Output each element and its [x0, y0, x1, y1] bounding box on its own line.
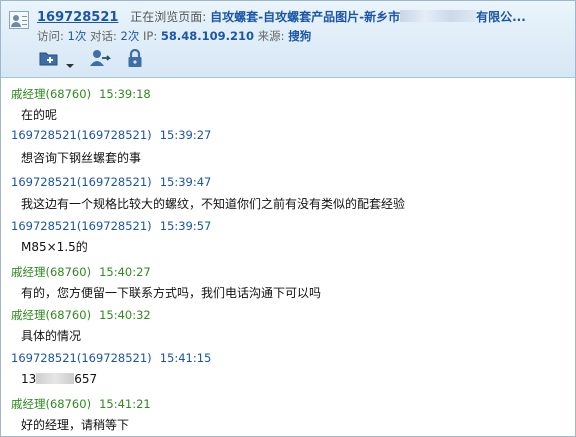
- message-text: 具体的情况: [21, 329, 82, 343]
- message-2: 169728521(169728521) 15:39:27: [11, 128, 211, 142]
- page-title-end[interactable]: 有限公...: [476, 10, 526, 24]
- chat-window: 169728521 正在浏览页面: 自攻螺套-自攻螺套产品图片-新乡市 有限公..…: [0, 0, 576, 437]
- visits-label: 访问:: [37, 29, 64, 43]
- message-time: 15:39:18: [99, 87, 151, 101]
- redacted-company-name: [400, 10, 477, 22]
- ip-value: 58.48.109.210: [160, 29, 255, 43]
- message-sender: 戚经理(68760): [11, 265, 92, 279]
- chat-transcript: 戚经理(68760) 15:39:18 在的呢 169728521(1697285…: [1, 78, 575, 436]
- message-text: 我这边有一个规格比较大的螺纹，不知道你们之前有没有类似的配套经验: [21, 197, 406, 211]
- source-value[interactable]: 搜狗: [288, 29, 311, 43]
- message-time: 15:40:32: [99, 308, 151, 322]
- redacted-phone-digits: [36, 373, 75, 384]
- dialogs-value: 2次: [120, 29, 140, 43]
- message-time: 15:39:47: [159, 175, 212, 189]
- ip-label: IP:: [143, 29, 158, 43]
- dialogs-label: 对话:: [90, 29, 117, 43]
- lock-icon[interactable]: [127, 48, 143, 72]
- message-6: 戚经理(68760) 15:40:32: [11, 307, 151, 323]
- message-time: 15:41:21: [99, 397, 151, 411]
- browsing-label: 正在浏览页面:: [130, 10, 207, 24]
- visitor-title-row: 169728521 正在浏览页面: 自攻螺套-自攻螺套产品图片-新乡市 有限公..…: [37, 8, 526, 25]
- message-time: 15:41:15: [159, 351, 212, 365]
- message-sender: 169728521(169728521): [11, 175, 152, 189]
- source-label: 来源:: [257, 29, 285, 43]
- message-8: 戚经理(68760) 15:41:21: [11, 396, 151, 412]
- message-1: 戚经理(68760) 15:39:18: [11, 86, 151, 102]
- message-text: M85×1.5的: [21, 240, 88, 254]
- add-folder-icon[interactable]: [39, 49, 59, 71]
- message-time: 15:40:27: [99, 265, 151, 279]
- message-sender: 169728521(169728521): [11, 351, 152, 365]
- message-sender: 169728521(169728521): [11, 219, 152, 233]
- message-3: 169728521(169728521) 15:39:47: [11, 175, 211, 189]
- message-text: 在的呢: [21, 108, 58, 122]
- message-5: 戚经理(68760) 15:40:27: [11, 264, 151, 280]
- message-sender: 戚经理(68760): [11, 87, 92, 101]
- page-title-start[interactable]: 自攻螺套-自攻螺套产品图片-新乡市: [210, 10, 400, 24]
- message-sender: 戚经理(68760): [11, 308, 92, 322]
- phone-suffix: 657: [74, 372, 98, 386]
- message-time: 15:39:57: [159, 219, 212, 233]
- message-sender: 戚经理(68760): [11, 397, 92, 411]
- message-text: 想咨询下钢丝螺套的事: [21, 151, 142, 165]
- phone-prefix: 13: [21, 372, 37, 386]
- message-time: 15:39:27: [159, 128, 212, 142]
- visitor-stats-row: 访问: 1次 对话: 2次 IP: 58.48.109.210 来源: 搜狗: [37, 28, 311, 44]
- transfer-user-icon[interactable]: [89, 49, 112, 71]
- phone-number-text: 13 657: [21, 372, 97, 386]
- visitor-id-link[interactable]: 169728521: [37, 10, 118, 25]
- message-text: 好的经理，请稍等下: [21, 418, 130, 432]
- visitor-card-icon: [9, 11, 29, 29]
- message-sender: 169728521(169728521): [11, 128, 152, 142]
- message-7: 169728521(169728521) 15:41:15: [11, 351, 211, 365]
- message-text: 有的，您方便留一下联系方式吗，我们电话沟通下可以吗: [21, 286, 322, 300]
- visitor-info-header: 169728521 正在浏览页面: 自攻螺套-自攻螺套产品图片-新乡市 有限公..…: [1, 1, 575, 78]
- message-4: 169728521(169728521) 15:39:57: [11, 219, 211, 233]
- visits-value: 1次: [67, 29, 87, 43]
- dropdown-arrow-icon[interactable]: [66, 54, 74, 73]
